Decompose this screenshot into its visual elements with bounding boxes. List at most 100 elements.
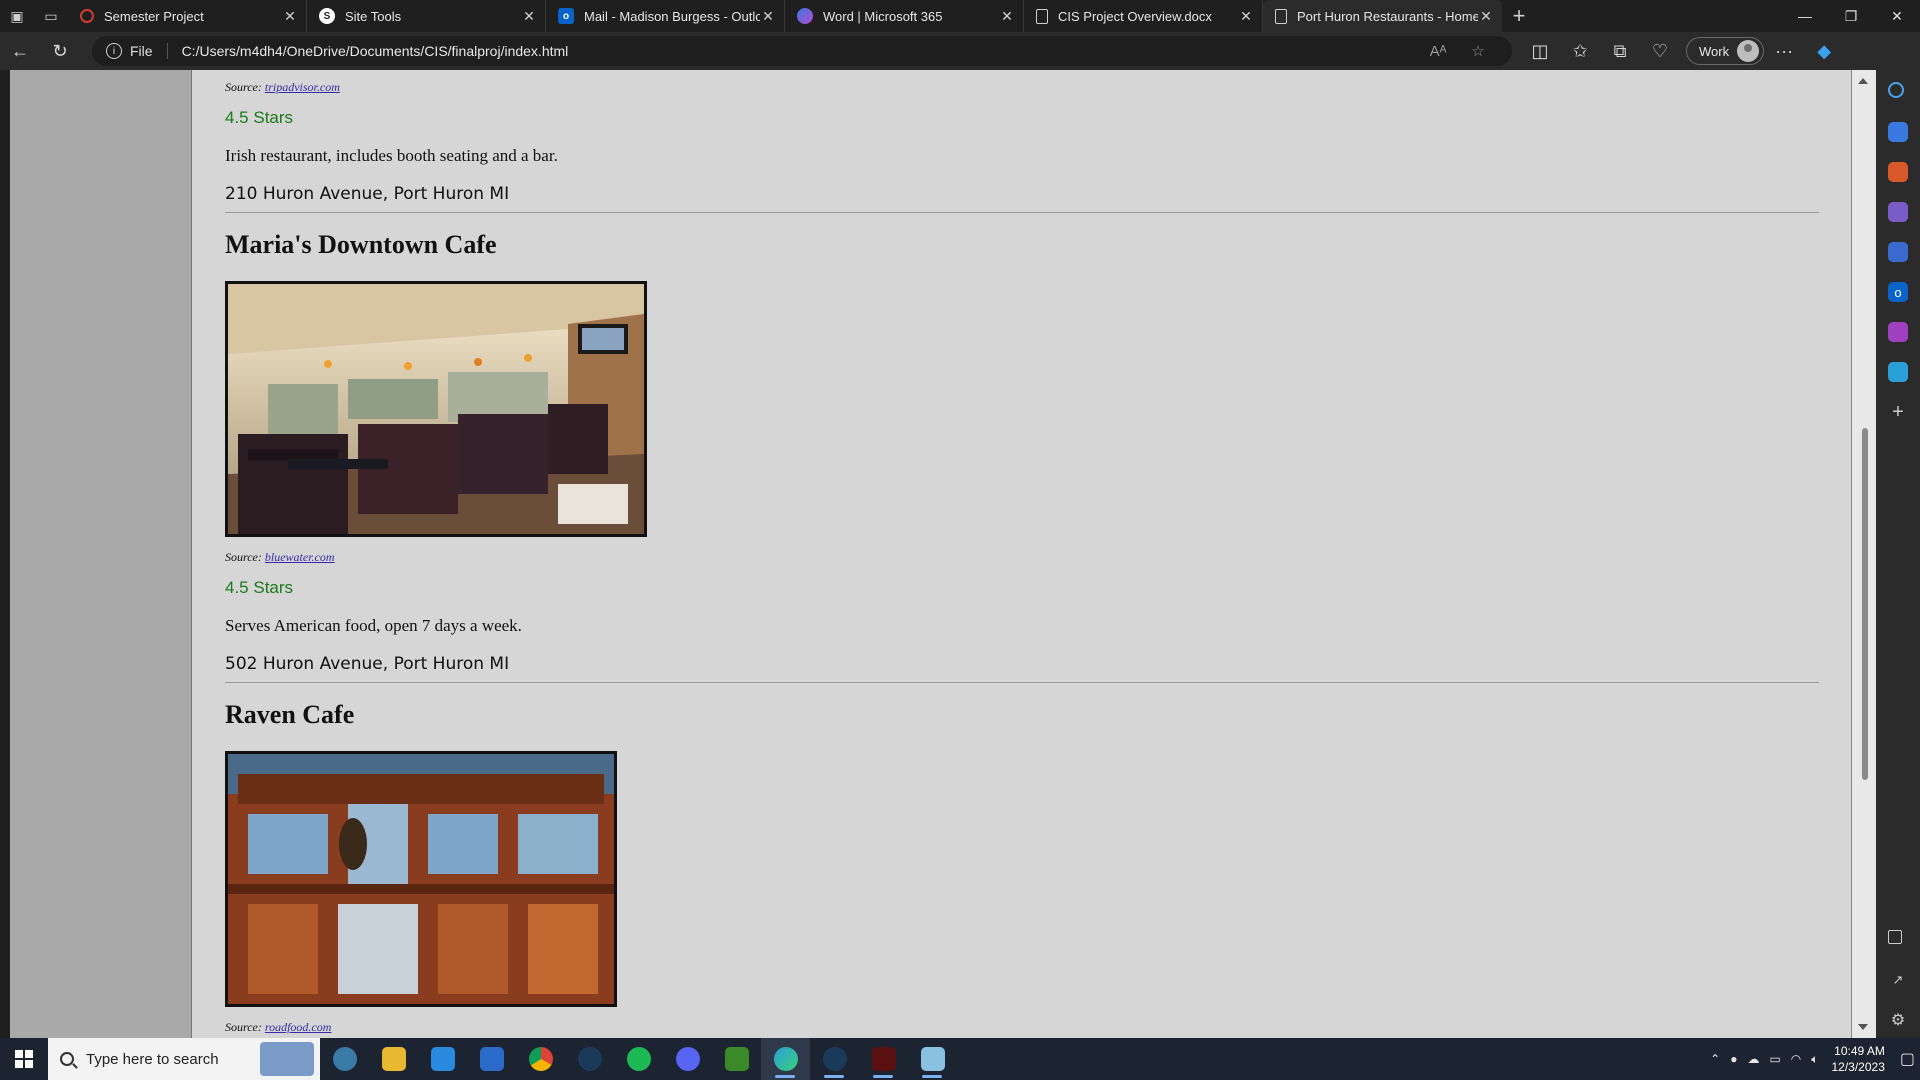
- refresh-icon[interactable]: ↻: [40, 35, 80, 67]
- tab-outlook[interactable]: o Mail - Madison Burgess - Outlook ✕: [546, 0, 785, 32]
- source-link[interactable]: roadfood.com: [265, 1020, 332, 1034]
- tab-site-tools[interactable]: S Site Tools ✕: [307, 0, 546, 32]
- steam-tray-icon[interactable]: ●: [1730, 1052, 1737, 1066]
- scroll-down-icon[interactable]: [1858, 1024, 1868, 1030]
- search-icon: [60, 1052, 74, 1066]
- taskbar: Type here to search ⌃ ● ☁ ▭ ◠ 🔈︎ 10:49 A…: [0, 1038, 1920, 1080]
- store-icon[interactable]: [418, 1038, 467, 1080]
- vertical-scrollbar[interactable]: [1852, 70, 1876, 1038]
- favorites-icon[interactable]: ✩: [1560, 35, 1600, 67]
- close-icon[interactable]: ✕: [1238, 8, 1254, 25]
- minecraft-icon[interactable]: [712, 1038, 761, 1080]
- tab-word[interactable]: Word | Microsoft 365 ✕: [785, 0, 1024, 32]
- url-text[interactable]: C:/Users/m4dh4/OneDrive/Documents/CIS/fi…: [182, 43, 1418, 59]
- source-prefix: Source:: [225, 80, 262, 94]
- tools-icon[interactable]: [1888, 162, 1908, 182]
- tab-port-huron[interactable]: Port Huron Restaurants - Home Page ✕: [1263, 0, 1502, 32]
- address-bar[interactable]: i File C:/Users/m4dh4/OneDrive/Documents…: [92, 36, 1512, 66]
- display-icon[interactable]: ▭: [1769, 1052, 1780, 1066]
- game-app-icon[interactable]: [859, 1038, 908, 1080]
- chevron-up-icon[interactable]: ⌃: [1710, 1052, 1720, 1066]
- restore-icon[interactable]: ❐: [1828, 8, 1874, 25]
- tab-actions-icon[interactable]: ▭: [34, 0, 68, 32]
- semester-icon: [80, 9, 94, 23]
- tab-semester-project[interactable]: Semester Project ✕: [68, 0, 307, 32]
- copilot-icon[interactable]: ◆: [1804, 35, 1844, 67]
- steam-icon[interactable]: [565, 1038, 614, 1080]
- more-options-icon[interactable]: ···: [1764, 35, 1804, 67]
- restaurant-name: Raven Cafe: [225, 700, 355, 729]
- add-icon[interactable]: +: [1888, 401, 1908, 423]
- close-icon[interactable]: ✕: [282, 8, 298, 25]
- notepad-icon[interactable]: [908, 1038, 957, 1080]
- close-icon[interactable]: ✕: [760, 8, 776, 25]
- split-screen-icon[interactable]: ◫: [1520, 35, 1560, 67]
- file-explorer-icon[interactable]: [369, 1038, 418, 1080]
- scroll-thumb[interactable]: [1862, 428, 1868, 780]
- system-tray: ⌃ ● ☁ ▭ ◠ 🔈︎ 10:49 AM 12/3/2023 ▢: [1705, 1043, 1920, 1075]
- external-link-icon[interactable]: ↗: [1888, 970, 1908, 990]
- document-icon: [1036, 8, 1048, 24]
- games-icon[interactable]: [1888, 202, 1908, 222]
- steam-running-icon[interactable]: [810, 1038, 859, 1080]
- sidebar-panel-icon[interactable]: [1888, 930, 1902, 944]
- chrome-icon[interactable]: [516, 1038, 565, 1080]
- edge-browser-icon[interactable]: [761, 1038, 810, 1080]
- divider: [225, 212, 1819, 213]
- site-tools-icon: S: [319, 8, 335, 24]
- star-rating: 4.5 Stars: [225, 578, 294, 597]
- workspaces-icon[interactable]: ▣: [0, 0, 34, 32]
- windows-start-icon[interactable]: [0, 1038, 48, 1080]
- source-link[interactable]: bluewater.com: [265, 550, 335, 564]
- outlook-icon[interactable]: o: [1888, 282, 1908, 302]
- drop-icon[interactable]: [1888, 362, 1908, 382]
- microsoft365-icon[interactable]: [1888, 242, 1908, 262]
- minimize-icon[interactable]: —: [1782, 8, 1828, 25]
- clock-time: 10:49 AM: [1834, 1044, 1885, 1058]
- close-icon[interactable]: ✕: [1478, 8, 1494, 25]
- search-icon[interactable]: [1888, 82, 1904, 98]
- gear-icon[interactable]: ⚙: [1888, 1010, 1908, 1030]
- discord-icon[interactable]: [663, 1038, 712, 1080]
- source-link[interactable]: tripadvisor.com: [265, 80, 340, 94]
- edge-app-icon[interactable]: [320, 1038, 369, 1080]
- outlook-icon: o: [558, 8, 574, 24]
- browser-essentials-icon[interactable]: ♡: [1640, 35, 1680, 67]
- tab-title: Semester Project: [104, 8, 204, 24]
- document-icon: [1275, 8, 1287, 24]
- spotify-icon[interactable]: [614, 1038, 663, 1080]
- favorite-star-icon[interactable]: ☆: [1458, 42, 1498, 60]
- source-line: Source: roadfood.com: [225, 1020, 331, 1035]
- back-icon[interactable]: ←: [0, 35, 40, 67]
- volume-icon[interactable]: 🔈︎: [1811, 1052, 1818, 1067]
- source-line: Source: bluewater.com: [225, 550, 335, 565]
- wifi-icon[interactable]: ◠: [1791, 1052, 1801, 1066]
- designer-icon[interactable]: [1888, 322, 1908, 342]
- tab-cis-overview[interactable]: CIS Project Overview.docx ✕: [1024, 0, 1263, 32]
- clock[interactable]: 10:49 AM 12/3/2023: [1831, 1043, 1884, 1075]
- new-tab-button[interactable]: +: [1502, 3, 1536, 29]
- tab-title: Mail - Madison Burgess - Outlook: [584, 8, 760, 24]
- scroll-up-icon[interactable]: [1858, 78, 1868, 84]
- notifications-icon[interactable]: ▢: [1900, 1049, 1915, 1069]
- source-line: Source: tripadvisor.com: [225, 80, 340, 95]
- mail-icon[interactable]: [467, 1038, 516, 1080]
- page-content: Source: tripadvisor.com 4.5 Stars Irish …: [192, 70, 1852, 1038]
- profile-label: Work: [1699, 43, 1730, 59]
- shopping-icon[interactable]: [1888, 122, 1908, 142]
- search-highlight-icon: [260, 1042, 314, 1076]
- divider: [166, 43, 168, 59]
- close-window-icon[interactable]: ✕: [1874, 8, 1920, 25]
- avatar: [1737, 40, 1760, 62]
- read-aloud-icon[interactable]: Aᴬ: [1418, 43, 1458, 60]
- profile-button[interactable]: Work: [1686, 37, 1765, 65]
- close-icon[interactable]: ✕: [999, 8, 1015, 25]
- close-icon[interactable]: ✕: [521, 8, 537, 25]
- taskbar-search[interactable]: Type here to search: [48, 1038, 320, 1080]
- tab-strip: ▣ ▭ Semester Project ✕ S Site Tools ✕ o …: [0, 0, 1920, 32]
- onedrive-icon[interactable]: ☁: [1747, 1052, 1759, 1066]
- info-icon[interactable]: i: [106, 43, 122, 59]
- source-prefix: Source:: [225, 1020, 262, 1034]
- star-rating: 4.5 Stars: [225, 108, 294, 127]
- collections-icon[interactable]: ⧉: [1600, 35, 1640, 67]
